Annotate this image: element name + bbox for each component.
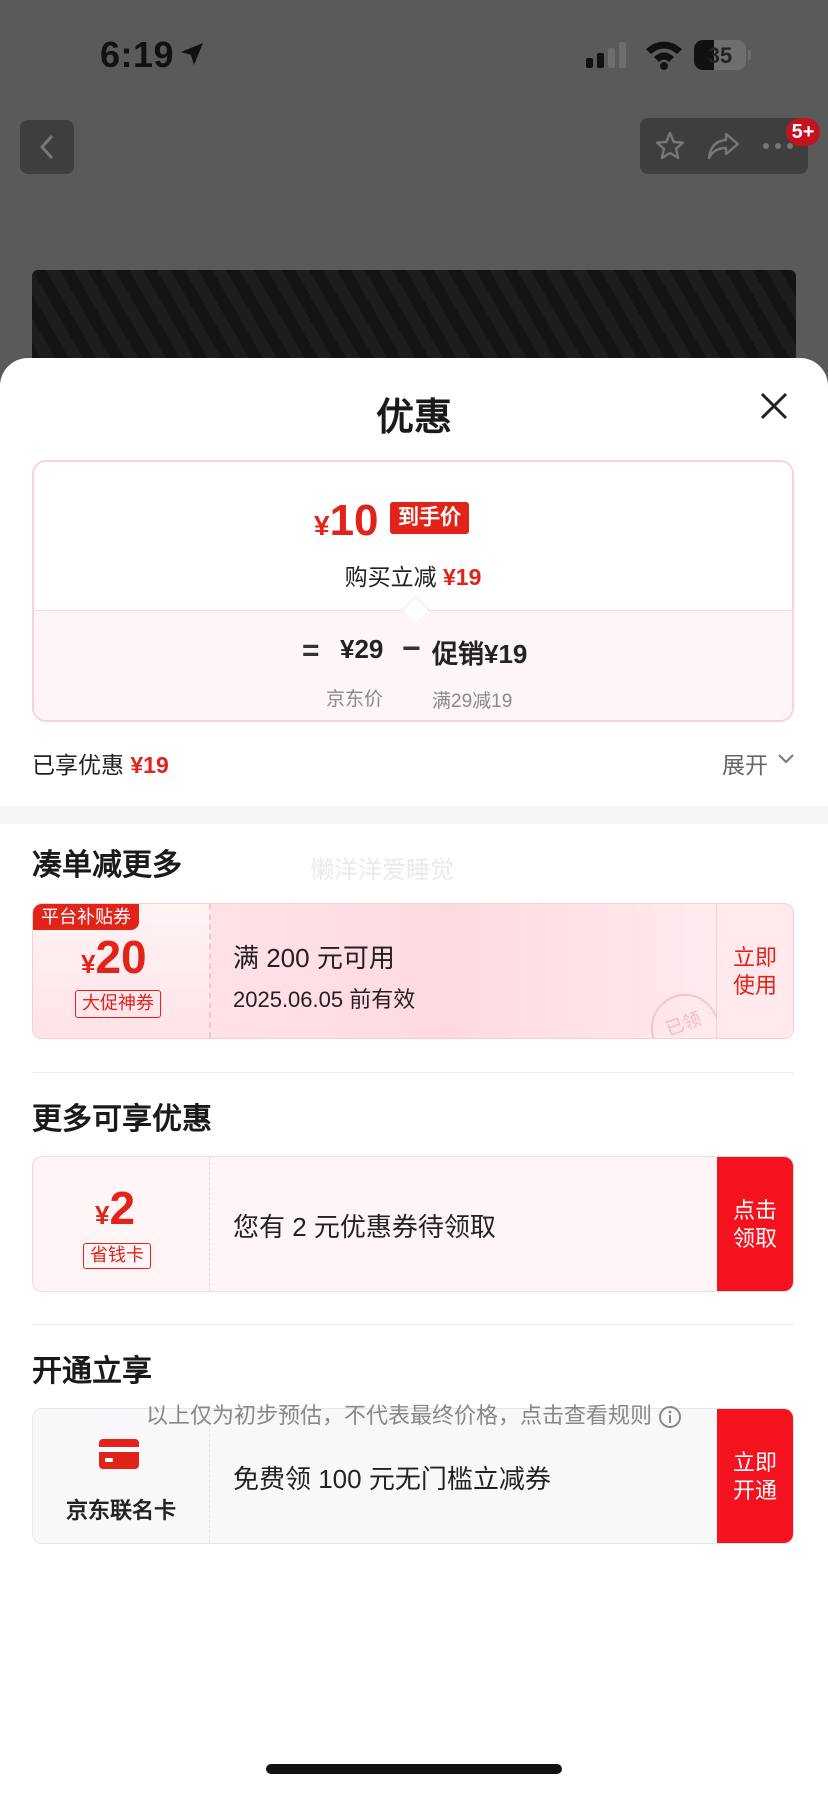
currency-symbol: ¥ — [81, 949, 96, 979]
coupon-amount-value: 20 — [95, 931, 147, 983]
coupon-tag: 平台补贴券 — [33, 904, 139, 930]
coupon-text: 您有 2 元优惠券待领取 — [233, 1212, 496, 1242]
disclaimer-link[interactable]: 以上仅为初步预估，不代表最终价格，点击查看规则 — [0, 1398, 828, 1430]
star-icon[interactable] — [654, 130, 686, 162]
claimed-stamp: 已领 — [651, 994, 719, 1039]
coupon-condition: 满 200 元可用 — [233, 943, 395, 973]
reduce-text: 购买立减 — [344, 564, 437, 590]
coupon-amount-value: 2 — [109, 1182, 136, 1234]
minus-sign: − — [402, 630, 421, 666]
section-divider — [0, 806, 828, 824]
action-line-1: 立即 — [732, 945, 777, 970]
credit-card-icon — [99, 1439, 139, 1469]
location-arrow-icon — [181, 43, 203, 65]
expand-button[interactable]: 展开 — [722, 746, 768, 780]
enjoyed-label: 已享优惠 — [32, 752, 124, 778]
coupon-subtitle: 省钱卡 — [83, 1243, 151, 1269]
cellular-signal-icon — [586, 42, 626, 68]
wifi-icon — [646, 41, 682, 70]
jd-price-label: 京东价 — [326, 689, 384, 710]
final-price-tag: 到手价 — [390, 502, 469, 534]
back-button[interactable] — [20, 120, 74, 174]
divider — [32, 1324, 794, 1325]
section-title-open: 开通立享 — [32, 1355, 152, 1388]
coupon-amount: ¥2 — [95, 1181, 135, 1235]
more-icon[interactable] — [762, 142, 794, 150]
divider — [32, 1072, 794, 1073]
promo-price: 促销¥19 — [432, 639, 528, 669]
info-icon — [659, 1406, 681, 1429]
savings-card-coupon[interactable]: ¥2 省钱卡 您有 2 元优惠券待领取 点击 领取 — [32, 1156, 794, 1292]
top-toolbar — [640, 118, 808, 174]
currency-symbol: ¥ — [314, 510, 330, 541]
section-title-more: 更多可享优惠 — [32, 1103, 212, 1136]
enjoyed-amount: ¥19 — [130, 752, 169, 778]
platform-subsidy-coupon[interactable]: 平台补贴券 ¥20 大促神券 满 200 元可用 2025.06.05 前有效 … — [32, 903, 794, 1039]
equals-sign: = — [302, 634, 320, 667]
battery-level: 35 — [707, 43, 733, 68]
action-line-2: 使用 — [732, 973, 777, 998]
share-icon[interactable] — [706, 130, 740, 162]
reduce-amount: ¥19 — [443, 564, 482, 590]
notification-badge: 5+ — [786, 118, 820, 146]
coupon-subtitle: 大促神券 — [75, 990, 161, 1018]
action-line-2: 领取 — [732, 1226, 777, 1251]
claim-button[interactable]: 点击 领取 — [717, 1157, 793, 1291]
action-line-1: 点击 — [732, 1198, 777, 1223]
reduce-line: 购买立减 ¥19 — [34, 558, 792, 592]
coupon-validity: 2025.06.05 前有效 — [233, 987, 416, 1012]
jd-price: ¥29 — [340, 634, 384, 664]
price-summary-card: ¥10 到手价 购买立减 ¥19 = ¥29 − 促销¥19 京东价 满29减1… — [32, 460, 794, 722]
close-icon[interactable] — [758, 390, 790, 422]
status-time: 6:19 — [100, 34, 175, 75]
status-bar: 6:19 35 — [0, 0, 828, 100]
chevron-down-icon[interactable] — [778, 754, 794, 764]
card-name: 京东联名卡 — [65, 1498, 176, 1523]
coupon-amount: ¥20 — [81, 930, 147, 984]
stamp-text: 已领 — [663, 1008, 704, 1039]
action-line-1: 立即 — [732, 1450, 777, 1475]
enjoyed-discount: 已享优惠 ¥19 — [32, 746, 169, 780]
disclaimer-text: 以上仅为初步预估，不代表最终价格，点击查看规则 — [145, 1403, 652, 1428]
action-line-2: 开通 — [732, 1478, 777, 1503]
watermark: 懒洋洋爱睡觉 — [310, 857, 454, 884]
coupon-text: 免费领 100 元无门槛立减券 — [233, 1464, 551, 1494]
final-price: ¥10 — [314, 496, 379, 546]
section-title-combine: 凑单减更多 — [32, 849, 182, 882]
discount-sheet: 优惠 ¥10 到手价 购买立减 ¥19 = ¥29 − 促销¥19 京东价 满2… — [0, 358, 828, 1795]
use-now-button[interactable]: 立即 使用 — [716, 904, 793, 1038]
currency-symbol: ¥ — [95, 1200, 110, 1230]
home-indicator — [266, 1764, 562, 1774]
final-price-value: 10 — [329, 496, 379, 545]
promo-label: 满29减19 — [432, 691, 513, 712]
battery-indicator: 35 — [694, 40, 751, 70]
chevron-left-icon — [39, 134, 54, 160]
sheet-title: 优惠 — [375, 397, 452, 439]
